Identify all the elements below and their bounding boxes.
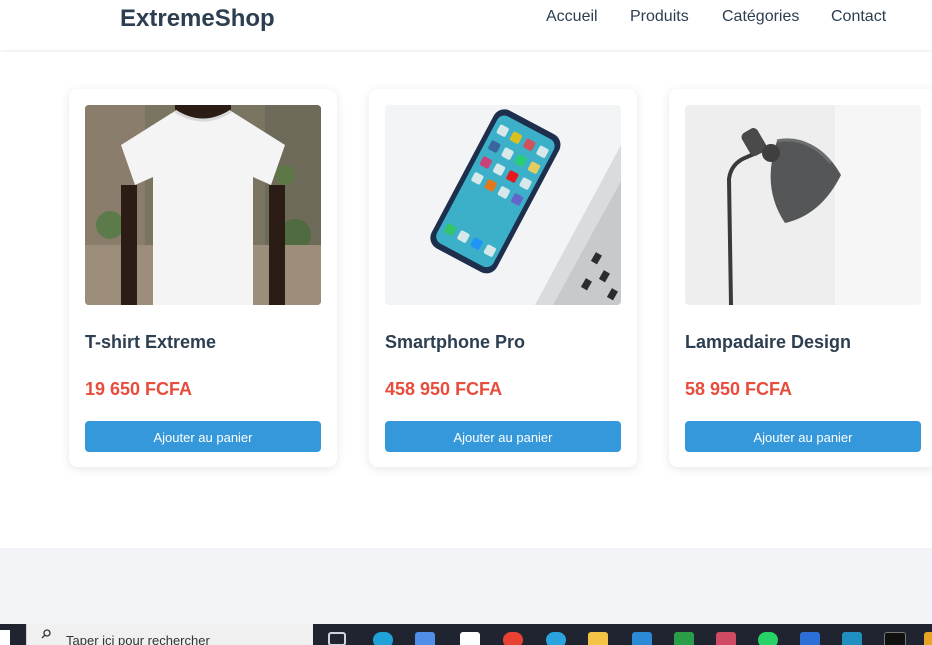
- product-price: 58 950 FCFA: [685, 379, 793, 399]
- teal-app-icon[interactable]: [842, 632, 862, 645]
- product-price: 458 950 FCFA: [385, 379, 503, 399]
- nav-link-accueil[interactable]: Accueil: [546, 8, 598, 26]
- nav-link-produits[interactable]: Produits: [630, 8, 689, 26]
- app-icon[interactable]: [460, 632, 480, 645]
- add-to-cart-button[interactable]: Ajouter au panier: [385, 421, 621, 452]
- green-app-icon[interactable]: [674, 632, 694, 645]
- task-view-icon[interactable]: [328, 632, 346, 645]
- product-price: 19 650 FCFA: [85, 379, 193, 399]
- product-title[interactable]: T-shirt Extreme: [85, 332, 216, 353]
- nav-link-categories[interactable]: Catégories: [722, 8, 799, 26]
- store-icon[interactable]: [415, 632, 435, 645]
- taskbar-search-box[interactable]: Taper ici pour rechercher: [26, 624, 313, 645]
- product-card: Smartphone Pro 458 950 FCFA Ajouter au p…: [369, 89, 637, 467]
- product-grid: T-shirt Extreme 19 650 FCFA Ajouter au p…: [0, 52, 932, 548]
- search-icon: [41, 629, 51, 639]
- orange-app-icon[interactable]: [924, 632, 932, 645]
- windows-taskbar: Taper ici pour rechercher: [0, 624, 932, 645]
- product-title[interactable]: Lampadaire Design: [685, 332, 851, 353]
- vscode-icon[interactable]: [632, 632, 652, 645]
- site-footer: [0, 548, 932, 624]
- blue-app-icon[interactable]: [800, 632, 820, 645]
- product-image-tshirt[interactable]: [85, 105, 321, 305]
- main-nav: Accueil Produits Catégories Contact: [0, 8, 932, 28]
- site-header: ExtremeShop Accueil Produits Catégories …: [0, 0, 932, 50]
- product-card: T-shirt Extreme 19 650 FCFA Ajouter au p…: [69, 89, 337, 467]
- telegram-icon[interactable]: [546, 632, 566, 645]
- whatsapp-icon[interactable]: [758, 632, 778, 645]
- product-card: Lampadaire Design 58 950 FCFA Ajouter au…: [669, 89, 932, 467]
- dark-app-icon[interactable]: [884, 632, 906, 645]
- add-to-cart-button[interactable]: Ajouter au panier: [685, 421, 921, 452]
- file-explorer-icon[interactable]: [588, 632, 608, 645]
- chrome-icon[interactable]: [503, 632, 523, 645]
- nav-link-contact[interactable]: Contact: [831, 8, 886, 26]
- product-image-smartphone[interactable]: [385, 105, 621, 305]
- product-title[interactable]: Smartphone Pro: [385, 332, 525, 353]
- start-button-icon[interactable]: [0, 630, 10, 645]
- git-icon[interactable]: [716, 632, 736, 645]
- edge-icon[interactable]: [373, 632, 393, 645]
- product-image-lamp[interactable]: [685, 105, 921, 305]
- search-placeholder: Taper ici pour rechercher: [66, 633, 210, 645]
- add-to-cart-button[interactable]: Ajouter au panier: [85, 421, 321, 452]
